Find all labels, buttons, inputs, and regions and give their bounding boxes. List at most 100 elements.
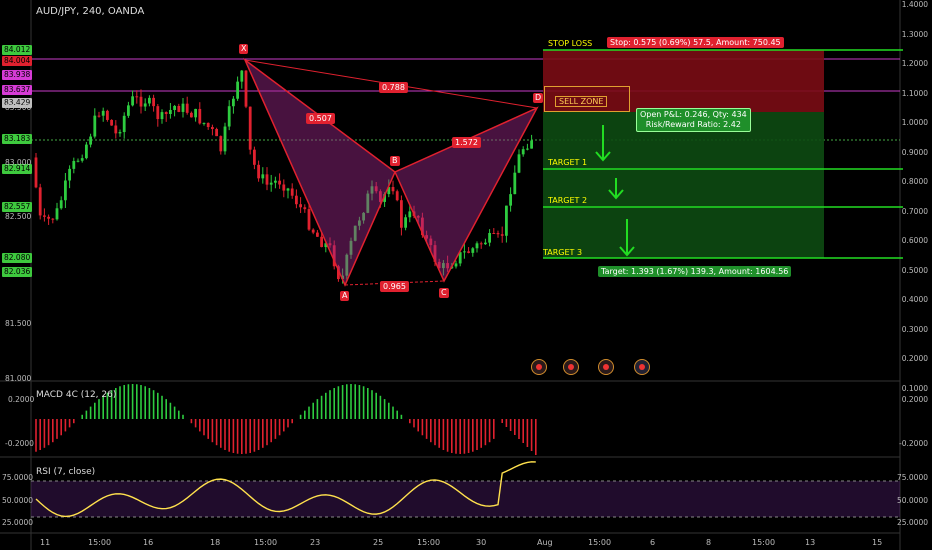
left-price-tick: 82.500 [5,212,32,221]
candle-body [261,174,265,179]
event-marker-3[interactable] [598,359,614,375]
stop-info-badge: Stop: 0.575 (0.69%) 57.5, Amount: 750.45 [607,37,784,48]
right-price-tick: 1.3000 [901,29,928,39]
candle-body [278,180,281,185]
time-tick: 15:00 [254,538,278,547]
candle-body [467,251,470,253]
candle-body [265,174,269,185]
candle-body [202,122,206,124]
rsi-tick-left: 25.0000 [2,518,34,527]
time-tick: 6 [650,538,656,547]
candle-body [530,140,533,149]
candle-body [198,108,202,124]
candle-body [509,194,512,206]
candle-body [513,172,517,195]
candle-body [110,119,113,126]
candle-body [194,108,197,118]
point-b-label: B [390,156,400,166]
price-tag: 83.637 [2,85,33,95]
candle-body [206,122,210,128]
time-tick: 23 [310,538,321,547]
pnl-line-2: Risk/Reward Ratio: 2.42 [645,120,741,129]
target-info-badge: Target: 1.393 (1.67%) 139.3, Amount: 160… [598,266,792,277]
right-price-tick: 1.0000 [901,118,928,127]
chart-canvas[interactable] [0,0,932,550]
right-price-tick: 0.8000 [901,177,928,186]
right-price-tick: 0.7000 [901,206,928,216]
time-tick: 15:00 [88,538,112,547]
candle-body [64,180,67,201]
candle-body [244,70,248,107]
target-1-label: TARGET 1 [548,158,588,167]
price-tag: 82.036 [2,267,33,277]
candle-body [479,243,483,245]
time-tick: 15:00 [588,538,612,547]
candle-body [127,105,130,116]
candle-body [76,160,80,162]
candle-body [307,209,311,230]
candle-body [517,154,521,173]
candle-body [97,115,101,117]
macd-title: MACD 4C (12, 26) [36,390,117,400]
ratio-bd: 1.572 [452,137,481,148]
time-tick: Aug [537,538,553,547]
right-price-tick: 0.2000 [901,354,928,363]
event-marker-2[interactable] [563,359,579,375]
candle-body [240,70,244,82]
candle-body [152,97,155,107]
candle-body [135,96,139,98]
candle-body [55,208,59,220]
candle-body [248,106,252,150]
rsi-tick-right: 75.0000 [896,473,928,482]
candle-body [286,188,290,191]
ratio-ac: 0.965 [380,281,409,292]
candle-body [311,229,315,233]
candle-body [156,106,160,120]
candle-body [89,136,92,145]
candle-body [320,236,323,248]
candle-body [496,233,500,235]
candle-body [232,98,235,107]
point-x-label: X [239,44,249,54]
candle-body [215,129,218,137]
event-marker-4[interactable] [634,359,650,375]
candle-body [51,218,55,220]
candle-body [274,180,277,183]
candle-body [106,110,109,120]
event-marker-1[interactable] [531,359,547,375]
sell-zone-label: SELL ZONE [555,96,608,107]
candle-body [282,184,286,191]
candle-body [521,149,525,155]
pnl-line-1: Open P&L: 0.246, Qty: 434 [640,110,747,119]
candle-body [177,105,181,112]
left-price-tick: 83.500 [5,103,32,112]
candle-body [316,232,319,237]
stop-loss-label: STOP LOSS [548,39,593,48]
candle-body [475,243,479,249]
candle-body [59,200,63,209]
candle-body [143,103,147,107]
left-price-tick: 81.000 [5,374,32,383]
candle-body [454,263,458,267]
candle-body [303,207,307,210]
candle-body [299,204,302,208]
right-price-tick: 0.4000 [901,295,928,304]
candle-body [500,234,504,236]
candle-body [408,211,412,218]
time-tick: 13 [805,538,816,547]
candle-body [131,96,134,106]
time-tick: 30 [476,538,487,547]
candle-body [114,125,118,134]
macd-tick-right: 0.2000 [901,395,928,404]
target-2-label: TARGET 2 [548,196,588,205]
time-tick: 8 [706,538,712,547]
time-tick: 15:00 [417,538,441,547]
candle-body [101,110,105,116]
candle-body [148,97,151,104]
candle-body [68,168,71,181]
sell-zone-box[interactable]: SELL ZONE [544,86,630,112]
candle-body [400,200,403,228]
ratio-xd: 0.788 [379,82,408,93]
macd-tick-right: -0.2000 [899,439,928,448]
point-c-label: C [439,288,449,298]
